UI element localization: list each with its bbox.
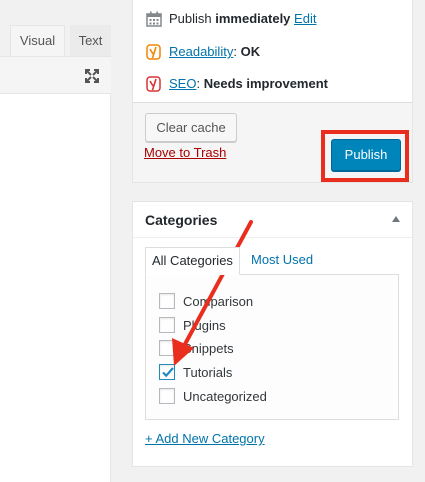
editor-tabs: Visual Text — [0, 0, 111, 56]
publish-schedule-value: immediately — [215, 11, 291, 26]
publish-schedule-label: Publish — [169, 11, 212, 26]
category-label: Snippets — [183, 340, 234, 356]
category-checklist: Comparison Plugins Snippets Tutorials Un… — [145, 274, 399, 420]
categories-box: Categories All Categories Most Used Comp… — [132, 201, 413, 467]
seo-link[interactable]: SEO — [169, 74, 196, 94]
publish-actions: Clear cache Move to Trash Publish — [133, 102, 412, 182]
add-new-category-link[interactable]: + Add New Category — [145, 431, 265, 446]
seo-row: SEO: Needs improvement — [145, 73, 328, 95]
yoast-readability-icon — [146, 44, 161, 60]
readability-status: OK — [240, 44, 261, 59]
category-label: Tutorials — [183, 364, 233, 380]
editor-toolbar — [0, 56, 111, 94]
expand-icon[interactable] — [84, 68, 100, 84]
readability-separator: : — [233, 44, 237, 59]
category-item[interactable]: Comparison — [159, 291, 253, 311]
seo-separator: : — [196, 76, 201, 91]
category-item[interactable]: Uncategorized — [159, 386, 267, 406]
category-label: Uncategorized — [183, 388, 267, 404]
category-checkbox[interactable] — [159, 293, 175, 309]
post-editor: Visual Text — [0, 0, 111, 482]
editor-content[interactable] — [0, 94, 111, 482]
publish-schedule-edit-link[interactable]: Edit — [294, 9, 316, 29]
category-label: Comparison — [183, 293, 254, 309]
collapse-toggle-icon[interactable] — [392, 216, 400, 222]
readability-link[interactable]: Readability — [169, 42, 233, 62]
category-label: Plugins — [183, 317, 226, 333]
publish-box: Publish immediately Edit Readability: OK… — [132, 0, 413, 183]
category-item[interactable]: Tutorials — [159, 362, 232, 382]
seo-status: Needs improvement — [203, 76, 328, 91]
publish-button[interactable]: Publish — [331, 139, 401, 171]
category-checkbox[interactable] — [159, 388, 175, 404]
publish-schedule: Publish immediately Edit — [145, 8, 316, 30]
category-checkbox[interactable] — [159, 340, 175, 356]
yoast-seo-icon — [146, 76, 161, 92]
category-checkbox[interactable] — [159, 364, 175, 380]
tab-text[interactable]: Text — [70, 25, 111, 56]
categories-header[interactable]: Categories — [133, 202, 412, 238]
categories-title: Categories — [145, 212, 218, 228]
move-to-trash-link[interactable]: Move to Trash — [144, 145, 226, 160]
checkmark-icon — [162, 367, 174, 378]
calendar-icon — [146, 11, 162, 27]
tab-all-categories[interactable]: All Categories — [145, 247, 240, 275]
clear-cache-button[interactable]: Clear cache — [145, 113, 237, 142]
tab-most-used[interactable]: Most Used — [245, 247, 319, 275]
readability-row: Readability: OK — [145, 41, 260, 63]
category-checkbox[interactable] — [159, 317, 175, 333]
category-item[interactable]: Snippets — [159, 338, 234, 358]
category-item[interactable]: Plugins — [159, 315, 226, 335]
tab-visual[interactable]: Visual — [10, 25, 65, 56]
